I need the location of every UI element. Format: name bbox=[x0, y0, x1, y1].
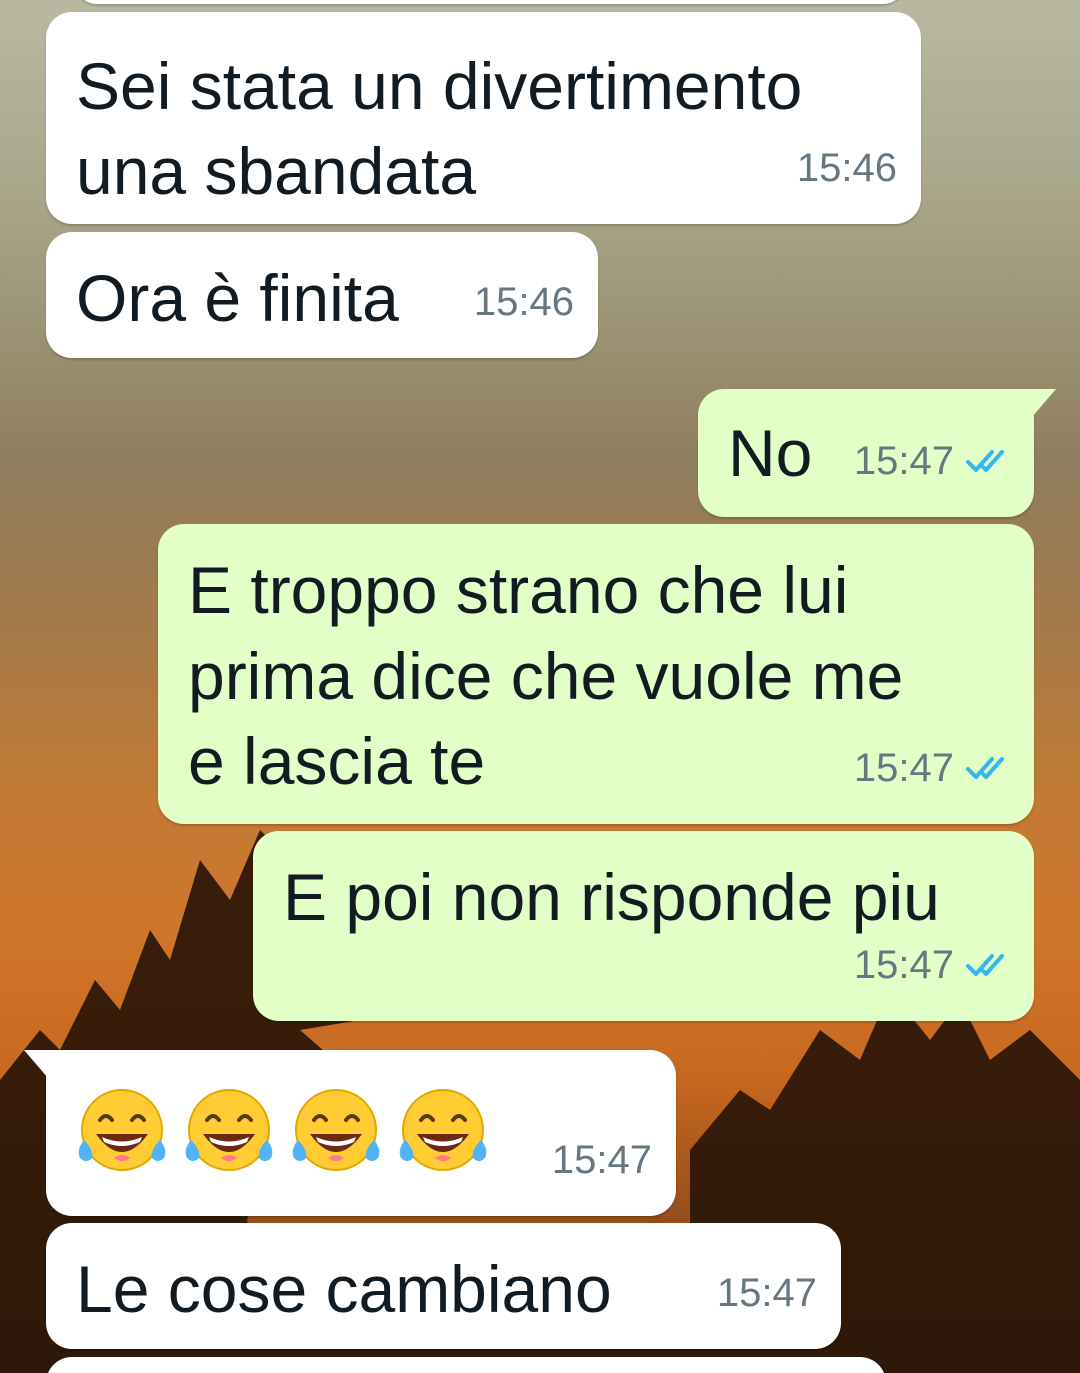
emoji-row bbox=[74, 1084, 502, 1180]
message-text: E troppo strano che lui bbox=[188, 553, 849, 627]
message-bubble-outgoing[interactable]: E poi non risponde piu 15:47 bbox=[253, 831, 1034, 1021]
message-time: 15:47 bbox=[552, 1118, 652, 1202]
message-timestamp: 15:47 bbox=[853, 746, 954, 790]
message-timestamp: 15:47 bbox=[716, 1271, 817, 1315]
message-bubble-incoming[interactable]: Sei stata un divertimento una sbandata 1… bbox=[46, 12, 921, 224]
message-bubble-outgoing[interactable]: E troppo strano che lui prima dice che v… bbox=[158, 524, 1034, 824]
message-bubble-outgoing[interactable]: No 15:47 bbox=[698, 389, 1056, 517]
face-with-tears-of-joy-icon bbox=[292, 1089, 380, 1171]
partial-message-bubble-bottom[interactable] bbox=[46, 1357, 886, 1373]
message-time: 15:47 bbox=[854, 419, 1010, 503]
message-text: e lascia te bbox=[188, 724, 486, 798]
message-text: Le cose cambiano bbox=[76, 1252, 612, 1326]
message-timestamp: 15:47 bbox=[551, 1138, 652, 1182]
face-with-tears-of-joy-icon bbox=[185, 1089, 273, 1171]
message-bubble-incoming[interactable]: Le cose cambiano 15:47 bbox=[46, 1223, 841, 1349]
message-bubble-incoming[interactable]: Ora è finita 15:46 bbox=[46, 232, 598, 358]
message-text: No bbox=[728, 416, 813, 490]
message-text: E poi non risponde piu bbox=[283, 860, 940, 934]
message-timestamp: 15:47 bbox=[853, 943, 954, 987]
message-timestamp: 15:46 bbox=[473, 280, 574, 324]
double-check-icon bbox=[966, 954, 1004, 976]
message-bubble-incoming[interactable]: 15:47 bbox=[24, 1050, 676, 1216]
face-with-tears-of-joy-icon bbox=[78, 1089, 166, 1171]
message-time: 15:46 bbox=[797, 126, 897, 210]
double-check-icon bbox=[966, 450, 1004, 472]
face-with-tears-of-joy-icon bbox=[399, 1089, 487, 1171]
message-time: 15:46 bbox=[474, 260, 574, 344]
message-time: 15:47 bbox=[854, 923, 1010, 1007]
double-check-icon bbox=[966, 757, 1004, 779]
bubble-tail bbox=[24, 1050, 48, 1078]
message-time: 15:47 bbox=[717, 1251, 817, 1335]
message-timestamp: 15:46 bbox=[796, 146, 897, 190]
bubble-tail bbox=[1032, 389, 1056, 417]
message-text: prima dice che vuole me bbox=[188, 639, 904, 713]
message-text: Ora è finita bbox=[76, 261, 399, 335]
message-timestamp: 15:47 bbox=[853, 439, 954, 483]
partial-message-bubble-top[interactable] bbox=[75, 0, 905, 4]
message-text: Sei stata un divertimento bbox=[76, 49, 803, 123]
message-time: 15:47 bbox=[854, 726, 1010, 810]
message-text: una sbandata bbox=[76, 134, 477, 208]
